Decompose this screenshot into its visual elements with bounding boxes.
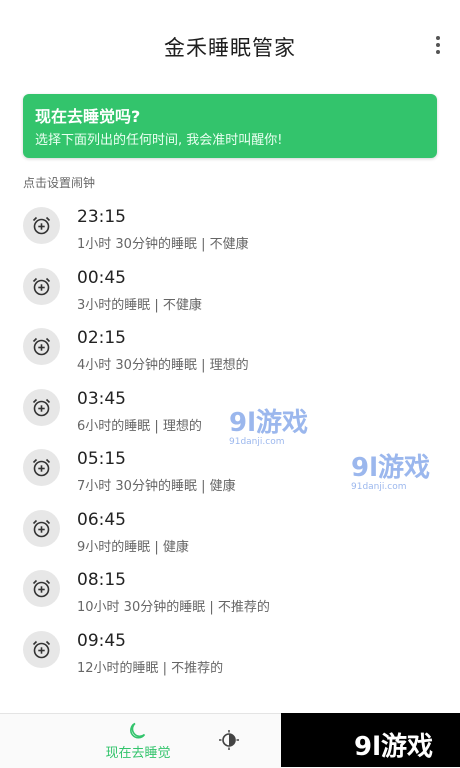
alarm-clock-icon[interactable] xyxy=(23,207,60,244)
alarm-time: 23:15 xyxy=(77,207,126,227)
app-header: 金禾睡眠管家 xyxy=(0,0,460,90)
alarm-item[interactable]: 06:45 9小时的睡眠 | 健康 xyxy=(0,501,460,562)
alarm-description: 6小时的睡眠 | 理想的 xyxy=(77,418,202,434)
moon-icon xyxy=(130,722,146,739)
sun-moon-icon[interactable] xyxy=(218,729,240,751)
alarm-clock-icon[interactable] xyxy=(23,570,60,607)
watermark-url: 91danji.com xyxy=(229,437,285,447)
banner-title: 现在去睡觉吗? xyxy=(35,107,141,126)
section-label: 点击设置闹钟 xyxy=(23,176,96,190)
alarm-description: 12小时的睡眠 | 不推荐的 xyxy=(77,660,224,676)
nav-sleep-now-label: 现在去睡觉 xyxy=(105,746,171,761)
watermark-logo: 9l游戏 xyxy=(229,408,309,438)
banner-subtitle: 选择下面列出的任何时间, 我会准时叫醒你! xyxy=(35,133,283,148)
alarm-time: 06:45 xyxy=(77,509,126,530)
brand-logo-text: 9l游戏 xyxy=(354,732,434,762)
alarm-description: 7小时 30分钟的睡眠 | 健康 xyxy=(77,479,236,494)
alarm-item[interactable]: 09:45 12小时的睡眠 | 不推荐的 xyxy=(0,622,460,683)
alarm-time: 05:15 xyxy=(77,449,126,469)
alarm-description: 9小时的睡眠 | 健康 xyxy=(77,539,189,555)
alarm-description: 10小时 30分钟的睡眠 | 不推荐的 xyxy=(77,600,270,615)
sleep-now-banner[interactable]: 现在去睡觉吗? 选择下面列出的任何时间, 我会准时叫醒你! xyxy=(23,94,437,158)
alarm-clock-icon[interactable] xyxy=(23,449,60,486)
alarm-description: 4小时 30分钟的睡眠 | 理想的 xyxy=(77,358,249,373)
alarm-clock-icon[interactable] xyxy=(23,630,60,668)
alarm-description: 1小时 30分钟的睡眠 | 不健康 xyxy=(77,237,249,252)
alarm-time: 02:15 xyxy=(77,328,126,348)
alarm-item[interactable]: 23:15 1小时 30分钟的睡眠 | 不健康 xyxy=(0,198,460,259)
watermark: 9l游戏 91danji.com xyxy=(351,455,430,492)
alarm-time: 09:45 xyxy=(77,630,126,651)
brand-watermark: 9l游戏 xyxy=(281,713,460,767)
watermark: 9l游戏 91danji.com xyxy=(229,410,308,447)
app-title: 金禾睡眠管家 xyxy=(164,36,296,60)
alarm-clock-icon[interactable] xyxy=(23,509,60,547)
alarm-description: 3小时的睡眠 | 不健康 xyxy=(77,297,202,313)
alarm-item[interactable]: 00:45 3小时的睡眠 | 不健康 xyxy=(0,259,460,320)
alarm-clock-icon[interactable] xyxy=(23,328,60,365)
watermark-logo: 9l游戏 xyxy=(351,453,431,483)
watermark-url: 91danji.com xyxy=(351,482,407,492)
nav-sleep-now[interactable]: 现在去睡觉 xyxy=(88,716,188,766)
alarm-time: 03:45 xyxy=(77,388,126,409)
alarm-item[interactable]: 02:15 4小时 30分钟的睡眠 | 理想的 xyxy=(0,319,460,380)
alarm-time: 00:45 xyxy=(77,267,126,288)
alarm-item[interactable]: 08:15 10小时 30分钟的睡眠 | 不推荐的 xyxy=(0,561,460,622)
alarm-clock-icon[interactable] xyxy=(23,267,60,305)
more-options-icon[interactable] xyxy=(434,36,442,54)
alarm-clock-icon[interactable] xyxy=(23,388,60,426)
alarm-time: 08:15 xyxy=(77,570,126,590)
